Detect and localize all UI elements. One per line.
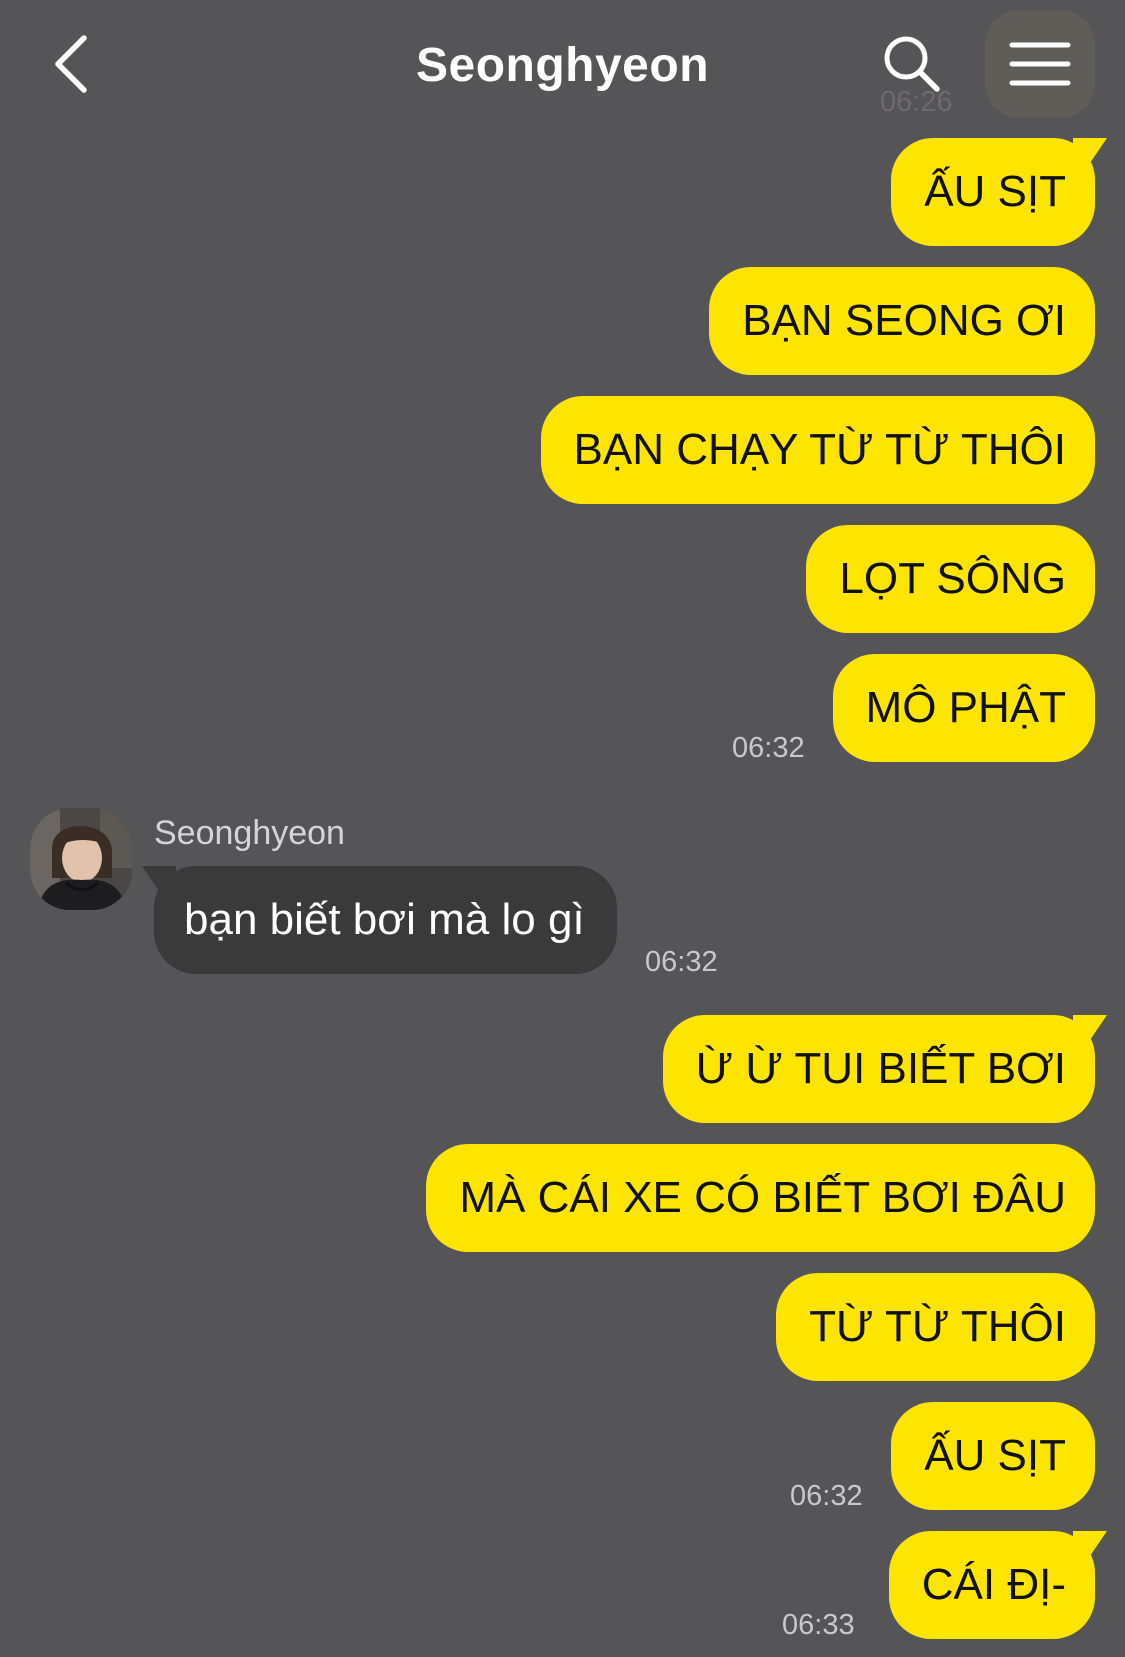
outgoing-message[interactable]: LỌT SÔNG <box>806 525 1095 633</box>
message-text: LỌT SÔNG <box>839 554 1066 603</box>
outgoing-message[interactable]: Ừ Ừ TUI BIẾT BƠI <box>662 1015 1095 1123</box>
message-text: BẠN SEONG ƠI <box>742 296 1066 345</box>
message-text: ẤU SỊT <box>924 1431 1066 1480</box>
outgoing-message[interactable]: ẤU SỊT <box>891 138 1095 246</box>
outgoing-message[interactable]: CÁI ĐỊ- <box>888 1531 1095 1639</box>
message-text: bạn biết bơi mà lo gì <box>184 895 585 944</box>
chat-screen: Seonghyeon 06:26 ẤU SỊT BẠN SEONG ƠI BẠN… <box>0 0 1125 1657</box>
avatar-photo <box>30 808 132 910</box>
outgoing-message[interactable]: BẠN SEONG ƠI <box>709 267 1095 375</box>
message-text: CÁI ĐỊ- <box>921 1560 1066 1609</box>
message-timestamp: 06:32 <box>645 946 718 978</box>
message-text: MÔ PHẬT <box>865 683 1066 732</box>
search-button[interactable] <box>880 32 944 96</box>
menu-button[interactable] <box>985 10 1095 118</box>
message-text: MÀ CÁI XE CÓ BIẾT BƠI ĐÂU <box>459 1173 1066 1222</box>
avatar[interactable] <box>30 808 132 910</box>
outgoing-message[interactable]: ẤU SỊT <box>891 1402 1095 1510</box>
message-timestamp: 06:32 <box>732 732 805 764</box>
search-icon <box>884 36 940 92</box>
outgoing-message[interactable]: MÔ PHẬT <box>832 654 1095 762</box>
incoming-message[interactable]: bạn biết bơi mà lo gì <box>154 866 617 974</box>
message-text: TỪ TỪ THÔI <box>809 1302 1066 1351</box>
outgoing-message[interactable]: MÀ CÁI XE CÓ BIẾT BƠI ĐÂU <box>426 1144 1095 1252</box>
chat-header: Seonghyeon 06:26 <box>0 0 1125 140</box>
message-timestamp: 06:32 <box>790 1480 863 1512</box>
outgoing-message[interactable]: BẠN CHẠY TỪ TỪ THÔI <box>540 396 1095 504</box>
sender-name: Seonghyeon <box>154 814 345 852</box>
message-text: BẠN CHẠY TỪ TỪ THÔI <box>573 425 1066 474</box>
message-text: ẤU SỊT <box>924 167 1066 216</box>
chat-title: Seonghyeon <box>415 39 710 92</box>
outgoing-message[interactable]: TỪ TỪ THÔI <box>776 1273 1095 1381</box>
hamburger-menu-icon <box>1009 42 1071 86</box>
message-text: Ừ Ừ TUI BIẾT BƠI <box>695 1044 1066 1093</box>
message-timestamp: 06:33 <box>782 1609 855 1641</box>
